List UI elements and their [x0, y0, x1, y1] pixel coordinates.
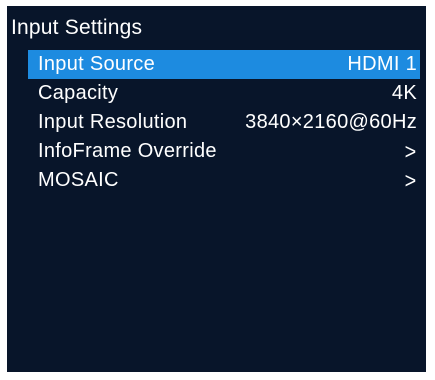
menu-item-label: MOSAIC [38, 169, 119, 191]
input-settings-screen: Input Settings Input Source HDMI 1 Capac… [7, 6, 426, 372]
page-title: Input Settings [11, 16, 143, 39]
menu-item-label: InfoFrame Override [38, 140, 217, 162]
menu-item-label: Input Source [38, 53, 156, 75]
menu-item-label: Capacity [38, 82, 119, 104]
menu-item-value: 3840×2160@60Hz [245, 111, 417, 133]
menu-item-capacity[interactable]: Capacity 4K [28, 79, 420, 108]
chevron-right-icon: > [404, 167, 417, 193]
menu-item-value: HDMI 1 [347, 53, 417, 75]
settings-menu: Input Source HDMI 1 Capacity 4K Input Re… [28, 50, 420, 195]
chevron-right-icon: > [404, 138, 417, 164]
menu-item-input-resolution[interactable]: Input Resolution 3840×2160@60Hz [28, 108, 420, 137]
menu-item-infoframe-override[interactable]: InfoFrame Override > [28, 137, 420, 166]
menu-item-input-source[interactable]: Input Source HDMI 1 [28, 50, 420, 79]
menu-item-mosaic[interactable]: MOSAIC > [28, 166, 420, 195]
menu-item-value: 4K [391, 82, 417, 104]
menu-item-label: Input Resolution [38, 111, 188, 133]
